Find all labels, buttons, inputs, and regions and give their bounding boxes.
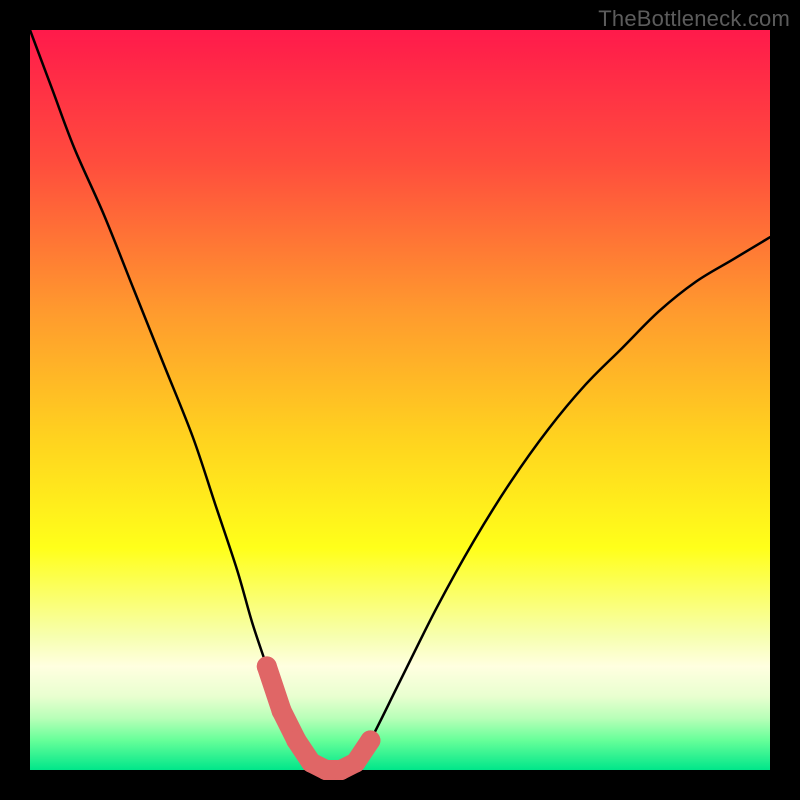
chart-frame: TheBottleneck.com: [0, 0, 800, 800]
plot-area: [30, 30, 770, 770]
curve-svg: [30, 30, 770, 770]
valley-markers: [257, 656, 381, 780]
valley-marker-dot: [360, 730, 380, 750]
bottleneck-curve: [30, 30, 770, 771]
watermark-text: TheBottleneck.com: [598, 6, 790, 32]
